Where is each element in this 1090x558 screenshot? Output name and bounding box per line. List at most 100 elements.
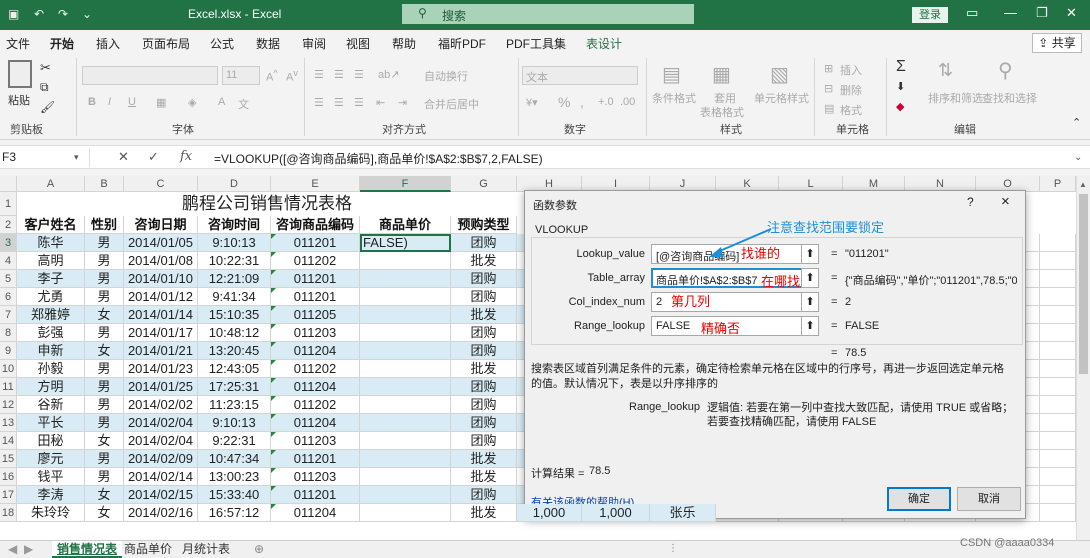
align-right-icon[interactable]: ☰ [354, 96, 364, 109]
table-cell[interactable]: 2014/02/09 [124, 450, 198, 468]
row-header[interactable]: 6 [0, 288, 17, 306]
table-cell[interactable]: 2014/02/02 [124, 396, 198, 414]
table-cell[interactable]: 011202 [271, 360, 360, 378]
row-header[interactable]: 1 [0, 192, 17, 216]
table-cell[interactable]: 9:41:34 [198, 288, 271, 306]
table-cell[interactable]: 011201 [271, 288, 360, 306]
format-cells-button[interactable]: 格式 [840, 102, 862, 118]
table-cell[interactable]: 011203 [271, 324, 360, 342]
align-left-icon[interactable]: ☰ [314, 96, 324, 109]
table-header-cell[interactable]: 咨询时间 [198, 216, 271, 234]
table-cell[interactable]: 2014/02/04 [124, 414, 198, 432]
table-cell[interactable] [360, 450, 451, 468]
enter-icon[interactable]: ✓ [148, 149, 159, 165]
collapse-dialog-icon[interactable]: ⬆ [801, 244, 819, 264]
table-cell[interactable] [360, 360, 451, 378]
table-cell[interactable] [360, 342, 451, 360]
table-cell[interactable]: 李子 [17, 270, 85, 288]
table-cell[interactable]: 2014/02/15 [124, 486, 198, 504]
table-cell[interactable]: 女 [85, 342, 124, 360]
table-cell[interactable]: 2014/01/12 [124, 288, 198, 306]
table-cell[interactable]: 15:33:40 [198, 486, 271, 504]
table-cell[interactable]: 团购 [451, 396, 517, 414]
ok-button[interactable]: 确定 [887, 487, 951, 511]
table-cell[interactable]: 9:10:13 [198, 234, 271, 252]
table-cell[interactable]: 男 [85, 450, 124, 468]
table-cell[interactable] [360, 252, 451, 270]
name-box-dropdown-icon[interactable]: ▾ [74, 152, 79, 163]
table-cell[interactable]: 011201 [271, 270, 360, 288]
table-cell[interactable] [1040, 324, 1076, 342]
row-header[interactable]: 3 [0, 234, 17, 252]
table-header-cell[interactable]: 客户姓名 [17, 216, 85, 234]
table-cell[interactable]: 10:48:12 [198, 324, 271, 342]
table-cell[interactable]: 郑雅婷 [17, 306, 85, 324]
table-cell[interactable]: 张乐 [650, 504, 716, 522]
row-header[interactable]: 11 [0, 378, 17, 396]
table-cell[interactable]: 13:00:23 [198, 468, 271, 486]
table-cell[interactable]: 16:57:12 [198, 504, 271, 522]
table-cell[interactable] [360, 396, 451, 414]
paste-label[interactable]: 粘贴 [8, 92, 30, 108]
scroll-up-icon[interactable]: ▲ [1079, 180, 1087, 189]
orientation-icon[interactable]: ab↗ [378, 68, 399, 81]
table-cell[interactable]: 团购 [451, 288, 517, 306]
percent-icon[interactable]: % [558, 94, 570, 110]
row-header[interactable]: 7 [0, 306, 17, 324]
shrink-font-icon[interactable]: Av [286, 68, 298, 84]
table-cell[interactable]: 女 [85, 306, 124, 324]
table-cell[interactable]: 高明 [17, 252, 85, 270]
insert-function-icon[interactable]: fx [180, 149, 192, 164]
decrease-indent-icon[interactable]: ⇤ [376, 96, 385, 109]
align-middle-icon[interactable]: ☰ [334, 68, 344, 81]
table-cell[interactable]: 9:22:31 [198, 432, 271, 450]
find-select-button[interactable]: 查找和选择 [982, 90, 1037, 106]
increase-indent-icon[interactable]: ⇥ [398, 96, 407, 109]
sort-filter-icon[interactable]: ⇅ [938, 60, 953, 81]
table-cell[interactable] [1040, 360, 1076, 378]
table-cell[interactable]: 011204 [271, 342, 360, 360]
table-cell[interactable] [1040, 270, 1076, 288]
table-cell[interactable]: 彭强 [17, 324, 85, 342]
formula-input[interactable]: =VLOOKUP([@咨询商品编码],商品单价!$A$2:$B$7,2,FALS… [214, 150, 543, 167]
copy-icon[interactable]: ⧉ [40, 80, 49, 95]
table-cell[interactable] [360, 270, 451, 288]
table-cell[interactable]: 1,000 [582, 504, 650, 522]
table-cell[interactable]: 批发 [451, 360, 517, 378]
table-cell[interactable]: 男 [85, 396, 124, 414]
table-cell[interactable] [360, 504, 451, 522]
row-header[interactable]: 17 [0, 486, 17, 504]
table-cell[interactable]: 谷新 [17, 396, 85, 414]
table-cell[interactable]: 13:20:45 [198, 342, 271, 360]
column-header[interactable]: E [271, 176, 360, 192]
collapse-dialog-icon[interactable]: ⬆ [801, 268, 819, 288]
table-cell[interactable]: 李涛 [17, 486, 85, 504]
table-cell[interactable] [360, 378, 451, 396]
table-cell[interactable] [1040, 288, 1076, 306]
expand-formula-icon[interactable]: ⌄ [1074, 152, 1082, 163]
table-cell[interactable]: 团购 [451, 378, 517, 396]
underline-icon[interactable]: U [128, 96, 136, 108]
undo-icon[interactable]: ↶ [34, 7, 44, 21]
table-cell[interactable] [360, 306, 451, 324]
grow-font-icon[interactable]: A^ [266, 68, 278, 84]
table-cell[interactable]: 9:10:13 [198, 414, 271, 432]
tab-data[interactable]: 数据 [256, 35, 280, 52]
table-cell[interactable] [1040, 468, 1076, 486]
table-cell[interactable]: 2014/01/17 [124, 324, 198, 342]
border-icon[interactable]: ▦ [156, 96, 166, 109]
delete-cells-icon[interactable]: ⊟ [824, 82, 833, 95]
table-cell[interactable] [360, 468, 451, 486]
table-cell[interactable]: 批发 [451, 468, 517, 486]
dialog-close-button[interactable]: × [1001, 193, 1010, 210]
table-cell[interactable]: 尤勇 [17, 288, 85, 306]
table-cell[interactable]: 男 [85, 468, 124, 486]
search-box[interactable]: ⚲ 搜索 [402, 4, 694, 24]
row-header[interactable]: 15 [0, 450, 17, 468]
table-cell[interactable]: 011201 [271, 486, 360, 504]
cancel-icon[interactable]: ✕ [118, 149, 129, 165]
font-size-combo[interactable]: 11 [222, 66, 260, 85]
table-cell[interactable]: 团购 [451, 432, 517, 450]
tab-file[interactable]: 文件 [6, 35, 30, 52]
table-cell[interactable]: 方明 [17, 378, 85, 396]
